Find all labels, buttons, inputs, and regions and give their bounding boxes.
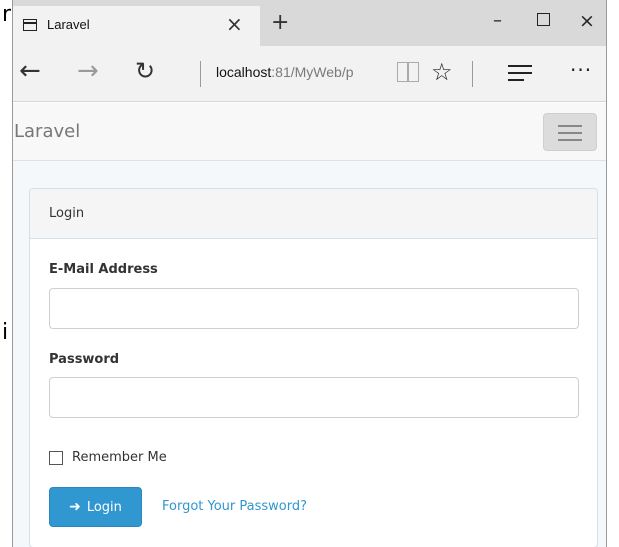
menu-toggle-button[interactable] <box>543 113 597 151</box>
favorite-star-icon[interactable]: ☆ <box>431 58 453 86</box>
email-label: E-Mail Address <box>49 262 158 277</box>
divider <box>200 61 201 87</box>
login-panel: Login E-Mail Address Password Remember M… <box>29 188 598 547</box>
close-window-button[interactable]: × <box>579 10 595 32</box>
close-tab-icon[interactable]: × <box>226 12 243 36</box>
forgot-password-link[interactable]: Forgot Your Password? <box>162 499 307 514</box>
login-button-label: Login <box>86 499 122 515</box>
address-host: localhost <box>216 64 272 80</box>
background-window-text: i <box>2 320 9 345</box>
address-path: :81/MyWeb/p <box>271 64 354 80</box>
new-tab-button[interactable]: + <box>271 10 289 35</box>
more-options-icon[interactable]: ··· <box>570 58 592 82</box>
refresh-icon[interactable]: ↻ <box>135 59 155 83</box>
browser-window: Laravel × + – × ← → ↻ localhost:81/MyWeb… <box>12 0 607 547</box>
tab-title: Laravel <box>47 17 90 32</box>
brand-link[interactable]: Laravel <box>14 121 80 142</box>
panel-heading: Login <box>30 189 597 239</box>
minimize-button[interactable]: – <box>493 10 502 31</box>
tab-laravel[interactable]: Laravel × <box>13 6 260 46</box>
browser-toolbar: ← → ↻ localhost:81/MyWeb/p ☆ ··· <box>13 46 606 102</box>
background-window-text: r <box>2 2 12 27</box>
email-field[interactable] <box>49 288 579 329</box>
remember-checkbox[interactable] <box>49 450 63 465</box>
tab-strip: Laravel × + – × <box>13 0 606 46</box>
sign-in-icon: ➜ <box>69 499 81 515</box>
hamburger-icon <box>558 125 582 127</box>
maximize-button[interactable] <box>537 13 550 26</box>
page-icon <box>23 19 37 31</box>
hub-icon[interactable] <box>508 65 532 81</box>
login-button[interactable]: ➜ Login <box>49 487 142 527</box>
web-page: Laravel Login E-Mail Address Password Re… <box>13 103 606 547</box>
password-label: Password <box>49 352 120 367</box>
address-bar[interactable]: localhost:81/MyWeb/p <box>216 64 386 80</box>
remember-label: Remember Me <box>72 450 167 465</box>
site-navbar: Laravel <box>13 103 606 161</box>
reading-view-icon[interactable] <box>397 62 419 82</box>
password-field[interactable] <box>49 377 579 418</box>
divider <box>472 61 473 87</box>
back-icon[interactable]: ← <box>19 58 41 84</box>
remember-me[interactable]: Remember Me <box>49 450 167 465</box>
forward-icon[interactable]: → <box>77 58 99 84</box>
